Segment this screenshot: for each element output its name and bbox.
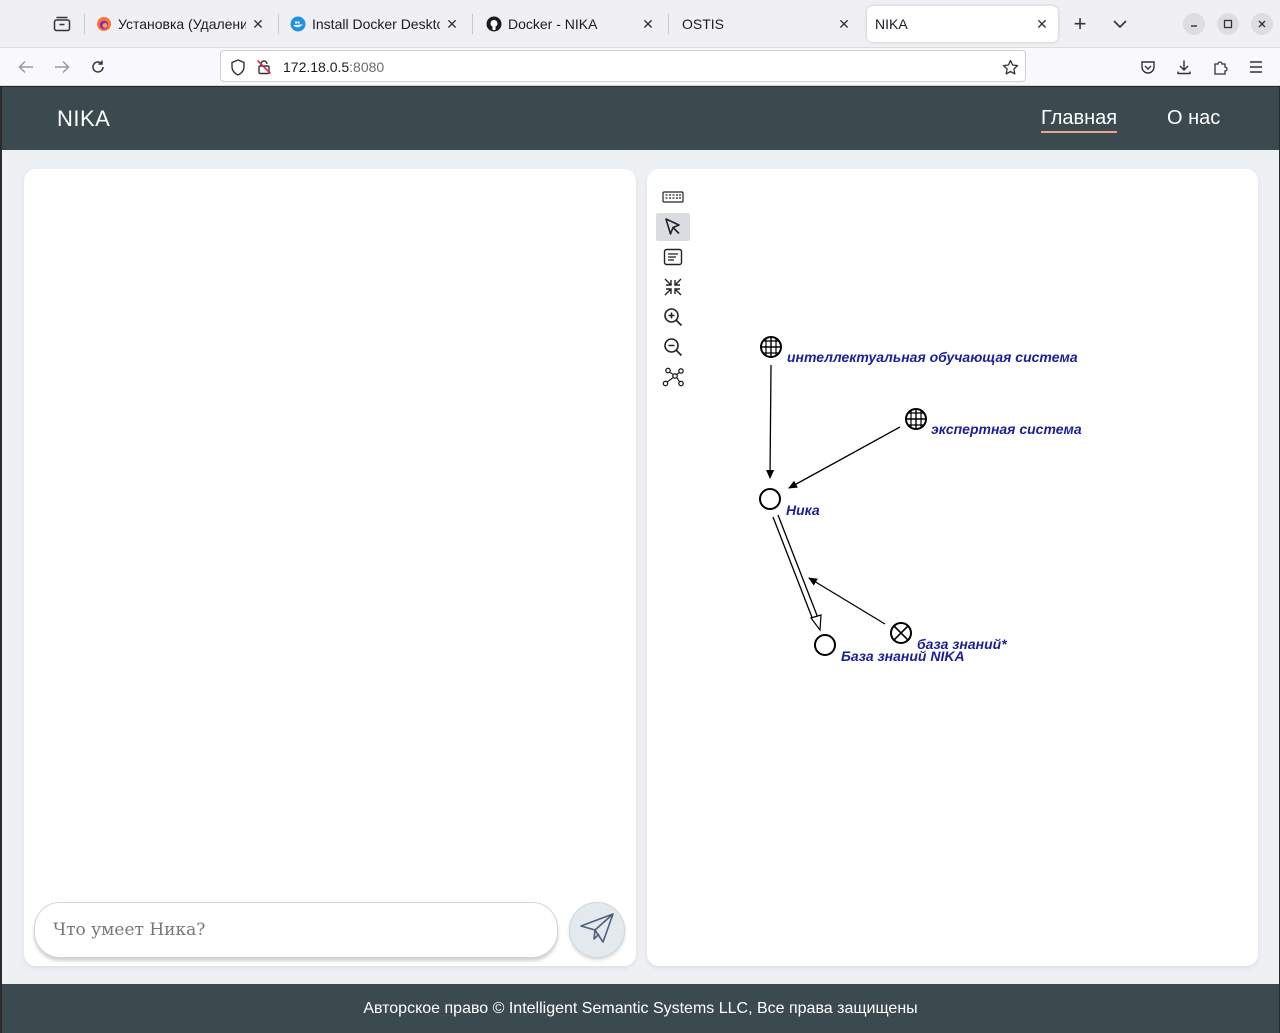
node-label: Ника: [786, 502, 820, 518]
chat-message-input[interactable]: [53, 917, 533, 943]
extensions-icon[interactable]: [1208, 55, 1232, 79]
chat-input-wrapper: [34, 902, 558, 958]
graph-toolbar: [656, 183, 692, 393]
tab-title: NIKA: [875, 16, 908, 32]
node-label: экспертная система: [931, 421, 1082, 437]
chevron-down-icon[interactable]: [1108, 12, 1132, 36]
close-tab-icon[interactable]: ✕: [640, 16, 656, 32]
reload-icon[interactable]: [86, 55, 110, 79]
tab-ustanovka[interactable]: Установка (Удаления ✕: [88, 6, 274, 42]
browser-tab-bar: Установка (Удаления ✕ Install Docker Des…: [0, 0, 1280, 48]
close-tab-icon[interactable]: ✕: [1034, 16, 1050, 32]
node-nika[interactable]: Ника: [759, 488, 820, 518]
tab-title: Docker - NIKA: [508, 16, 598, 32]
nav-home-link[interactable]: Главная: [1041, 107, 1118, 133]
docker-icon: [290, 16, 306, 32]
tab-ostis[interactable]: OSTIS ✕: [674, 6, 860, 42]
pocket-icon[interactable]: [1136, 55, 1160, 79]
chat-panel: [24, 169, 636, 966]
graph-layout-icon[interactable]: [656, 363, 690, 391]
tracking-shield-icon[interactable]: [229, 58, 247, 76]
tab-separator: [472, 14, 473, 34]
new-tab-button[interactable]: +: [1068, 11, 1092, 36]
node-label: база знаний*: [917, 636, 1007, 652]
bookmark-star-icon[interactable]: [1001, 58, 1019, 76]
close-tab-icon[interactable]: ✕: [444, 16, 460, 32]
paper-plane-icon: [579, 912, 615, 949]
tab-docker-nika[interactable]: Docker - NIKA ✕: [478, 6, 664, 42]
send-message-button[interactable]: [569, 902, 625, 958]
site-header: NIKA Главная О нас: [2, 87, 1279, 150]
github-icon: [486, 16, 502, 32]
site-footer: Авторское право © Intelligent Semantic S…: [2, 984, 1279, 1033]
tab-title: Установка (Удаления: [118, 16, 246, 32]
tab-separator: [84, 14, 85, 34]
url-host: 172.18.0.5: [283, 59, 350, 75]
node-label: интеллектуальная обучающая система: [787, 349, 1078, 365]
url-bar[interactable]: 172.18.0.5:8080: [220, 50, 1026, 82]
node-expert-system[interactable]: экспертная система: [905, 408, 1082, 437]
tab-nika[interactable]: NIKA ✕: [867, 6, 1058, 42]
semantic-graph: интеллектуальная обучающая система экспе…: [759, 336, 1082, 664]
tab-separator: [668, 14, 669, 34]
minimize-window-icon[interactable]: [1183, 13, 1205, 35]
close-window-icon[interactable]: [1251, 13, 1273, 35]
brand-logo[interactable]: NIKA: [57, 106, 110, 132]
tab-separator: [278, 14, 279, 34]
node-intelligent-system[interactable]: интеллектуальная обучающая система: [760, 336, 1078, 365]
zoom-out-icon[interactable]: [656, 333, 690, 361]
edge-intelligent-nika[interactable]: [766, 364, 775, 479]
url-text[interactable]: 172.18.0.5:8080: [283, 59, 384, 75]
graph-panel: интеллектуальная обучающая система экспе…: [647, 169, 1258, 966]
firefox-icon: [96, 16, 112, 32]
browser-nav-bar: 172.18.0.5:8080: [0, 48, 1280, 86]
list-all-tabs-icon[interactable]: [48, 10, 76, 38]
nav-about-link[interactable]: О нас: [1167, 107, 1220, 130]
edge-nika-kb-nika[interactable]: [772, 514, 822, 632]
collapse-icon[interactable]: [656, 273, 690, 301]
keyboard-icon[interactable]: [656, 183, 690, 211]
close-tab-icon[interactable]: ✕: [250, 16, 266, 32]
back-arrow-icon[interactable]: [14, 55, 38, 79]
text-panel-icon[interactable]: [656, 243, 690, 271]
select-pointer-icon[interactable]: [656, 213, 690, 241]
page: NIKA Главная О нас Что умеет Ника? интел…: [2, 87, 1279, 1033]
maximize-window-icon[interactable]: [1217, 13, 1239, 35]
downloads-icon[interactable]: [1172, 55, 1196, 79]
tab-title: Install Docker Deskto: [312, 16, 440, 32]
hamburger-menu-icon[interactable]: [1244, 55, 1268, 79]
copyright-text: Авторское право © Intelligent Semantic S…: [363, 1000, 918, 1017]
forward-arrow-icon[interactable]: [50, 55, 74, 79]
insecure-lock-icon[interactable]: [255, 58, 273, 76]
edge-expert-nika[interactable]: [788, 426, 901, 489]
close-tab-icon[interactable]: ✕: [836, 16, 852, 32]
tab-install-docker[interactable]: Install Docker Deskto ✕: [282, 6, 468, 42]
tab-title: OSTIS: [682, 16, 725, 32]
url-port: :8080: [349, 59, 385, 75]
zoom-in-icon[interactable]: [656, 303, 690, 331]
